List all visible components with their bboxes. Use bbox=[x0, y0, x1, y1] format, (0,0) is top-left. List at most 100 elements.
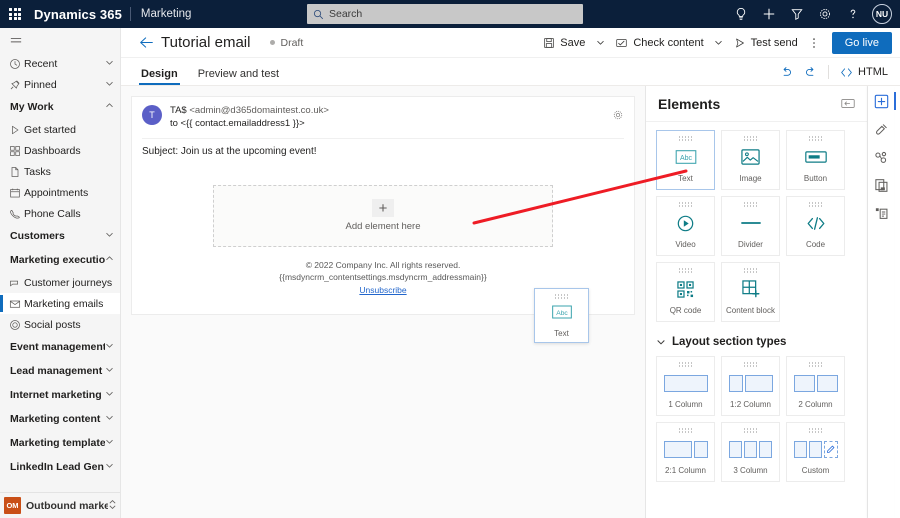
image-icon bbox=[741, 141, 760, 175]
element-tile-label: Text bbox=[678, 174, 693, 183]
element-tile-qr-code[interactable]: QR code bbox=[656, 262, 715, 322]
test-send-button[interactable]: Test send bbox=[728, 31, 804, 55]
check-content-dropdown-button[interactable] bbox=[710, 31, 728, 55]
chevron-down-icon bbox=[105, 365, 114, 377]
layout-preview bbox=[663, 367, 708, 401]
styles-rail-icon[interactable] bbox=[870, 118, 892, 140]
personalization-rail-icon[interactable] bbox=[870, 146, 892, 168]
sidebar-item-get-started[interactable]: Get started bbox=[0, 119, 120, 140]
sidebar-item-label: Pinned bbox=[24, 78, 57, 91]
undo-button[interactable] bbox=[775, 62, 797, 82]
editor-tab-actions: HTML bbox=[775, 62, 892, 85]
redo-button[interactable] bbox=[799, 62, 821, 82]
email-canvas: T TA$ <admin@d365domaintest.co.uk> to <{… bbox=[121, 86, 646, 518]
area-switcher[interactable]: OM Outbound market... bbox=[0, 492, 120, 518]
app-shell: Recent Pinned My Work Get started Dashbo… bbox=[0, 28, 900, 518]
abc-text-icon: Abc bbox=[675, 141, 697, 175]
phone-icon bbox=[9, 208, 24, 220]
sidebar-item-phone-calls[interactable]: Phone Calls bbox=[0, 203, 120, 224]
element-tile-video[interactable]: Video bbox=[656, 196, 715, 256]
area-badge: OM bbox=[4, 497, 21, 514]
tab-design[interactable]: Design bbox=[139, 68, 180, 85]
sidebar-group-event-management[interactable]: Event management bbox=[0, 335, 120, 359]
sidebar-group-my-work[interactable]: My Work bbox=[0, 95, 120, 119]
layout-types-grid: 1 Column 1:2 Column 2 Column 2:1 Column … bbox=[656, 356, 857, 482]
sidebar-group-customers[interactable]: Customers bbox=[0, 224, 120, 248]
layout-tile-custom[interactable]: Custom bbox=[786, 422, 845, 482]
chevron-down-icon bbox=[105, 230, 114, 242]
sidebar-item-customer-journeys[interactable]: Customer journeys bbox=[0, 272, 120, 293]
sidebar-group-internet-marketing[interactable]: Internet marketing bbox=[0, 383, 120, 407]
add-element-dropzone[interactable]: + Add element here bbox=[213, 184, 553, 247]
gear-icon[interactable] bbox=[812, 1, 838, 27]
collapse-panel-icon[interactable] bbox=[841, 98, 855, 109]
sidebar-group-linkedin-lead-gen[interactable]: LinkedIn Lead Gen bbox=[0, 455, 120, 479]
content-block-icon bbox=[741, 273, 760, 307]
pin-icon bbox=[9, 79, 24, 91]
templates-rail-icon[interactable] bbox=[870, 174, 892, 196]
element-tile-code[interactable]: Code bbox=[786, 196, 845, 256]
play-icon bbox=[9, 124, 24, 136]
element-tile-divider[interactable]: Divider bbox=[721, 196, 780, 256]
sidebar-item-recent[interactable]: Recent bbox=[0, 53, 120, 74]
element-tile-image[interactable]: Image bbox=[721, 130, 780, 190]
global-search-placeholder: Search bbox=[329, 8, 363, 20]
layout-section-header[interactable]: Layout section types bbox=[656, 336, 857, 348]
dragged-text-element[interactable]: Abc Text bbox=[534, 288, 589, 343]
global-search-box[interactable]: Search bbox=[307, 4, 583, 24]
layout-tile-2-column[interactable]: 2 Column bbox=[786, 356, 845, 416]
filter-icon[interactable] bbox=[784, 1, 810, 27]
sidebar-group-marketing-templates[interactable]: Marketing templates bbox=[0, 431, 120, 455]
sidebar-item-appointments[interactable]: Appointments bbox=[0, 182, 120, 203]
check-content-button[interactable]: Check content bbox=[609, 31, 709, 55]
sidebar-item-pinned[interactable]: Pinned bbox=[0, 74, 120, 95]
app-launcher-button[interactable] bbox=[0, 0, 30, 28]
layout-tile-1-column[interactable]: 1 Column bbox=[656, 356, 715, 416]
layout-tile-3-column[interactable]: 3 Column bbox=[721, 422, 780, 482]
sidebar-item-tasks[interactable]: Tasks bbox=[0, 161, 120, 182]
lightbulb-icon[interactable] bbox=[728, 1, 754, 27]
email-to-line: to <{{ contact.emailaddress1 }}> bbox=[170, 117, 305, 129]
sidebar-item-social-posts[interactable]: Social posts bbox=[0, 314, 120, 335]
save-dropdown-button[interactable] bbox=[591, 31, 609, 55]
element-tile-text[interactable]: Abc Text bbox=[656, 130, 715, 190]
save-button[interactable]: Save bbox=[537, 31, 591, 55]
page-title: Tutorial email bbox=[161, 34, 251, 51]
chevron-down-icon bbox=[597, 40, 604, 45]
sidebar-item-marketing-emails[interactable]: Marketing emails bbox=[0, 293, 120, 314]
help-icon[interactable] bbox=[840, 1, 866, 27]
tab-preview-and-test[interactable]: Preview and test bbox=[196, 68, 281, 85]
sidebar-group-lead-management[interactable]: Lead management bbox=[0, 359, 120, 383]
navigator-rail-icon[interactable] bbox=[870, 202, 892, 224]
area-switcher-label: Outbound market... bbox=[26, 499, 108, 512]
layout-tile-2-1-column[interactable]: 2:1 Column bbox=[656, 422, 715, 482]
test-send-label: Test send bbox=[750, 36, 798, 49]
element-tile-content-block[interactable]: Content block bbox=[721, 262, 780, 322]
chevron-updown-icon bbox=[108, 499, 120, 513]
sidebar-group-marketing-content[interactable]: Marketing content bbox=[0, 407, 120, 431]
command-bar-actions: Save Check content Test send Go live bbox=[537, 31, 892, 55]
site-map-sidebar: Recent Pinned My Work Get started Dashbo… bbox=[0, 28, 121, 518]
sidebar-item-dashboards[interactable]: Dashboards bbox=[0, 140, 120, 161]
plus-icon[interactable] bbox=[756, 1, 782, 27]
send-icon bbox=[734, 37, 746, 49]
hamburger-icon bbox=[10, 37, 22, 42]
chevron-down-icon bbox=[105, 389, 114, 401]
layout-tile-1-2-column[interactable]: 1:2 Column bbox=[721, 356, 780, 416]
html-toggle-button[interactable]: HTML bbox=[836, 66, 892, 78]
user-avatar[interactable]: NU bbox=[872, 4, 892, 24]
chevron-down-icon bbox=[105, 437, 114, 449]
email-settings-button[interactable] bbox=[612, 109, 624, 124]
dashboard-icon bbox=[9, 145, 24, 157]
go-live-button[interactable]: Go live bbox=[831, 31, 892, 54]
back-button[interactable] bbox=[139, 36, 155, 49]
layout-tile-label: 1 Column bbox=[668, 400, 703, 409]
gear-icon bbox=[613, 110, 623, 120]
sidebar-collapse-button[interactable] bbox=[0, 28, 120, 53]
element-tile-button[interactable]: Button bbox=[786, 130, 845, 190]
elements-rail-icon[interactable] bbox=[870, 90, 896, 112]
sidebar-group-marketing-execution[interactable]: Marketing execution bbox=[0, 248, 120, 272]
layout-preview bbox=[793, 367, 838, 401]
editor-tab-bar: Design Preview and test HTML bbox=[121, 58, 900, 86]
more-commands-button[interactable] bbox=[804, 31, 824, 55]
